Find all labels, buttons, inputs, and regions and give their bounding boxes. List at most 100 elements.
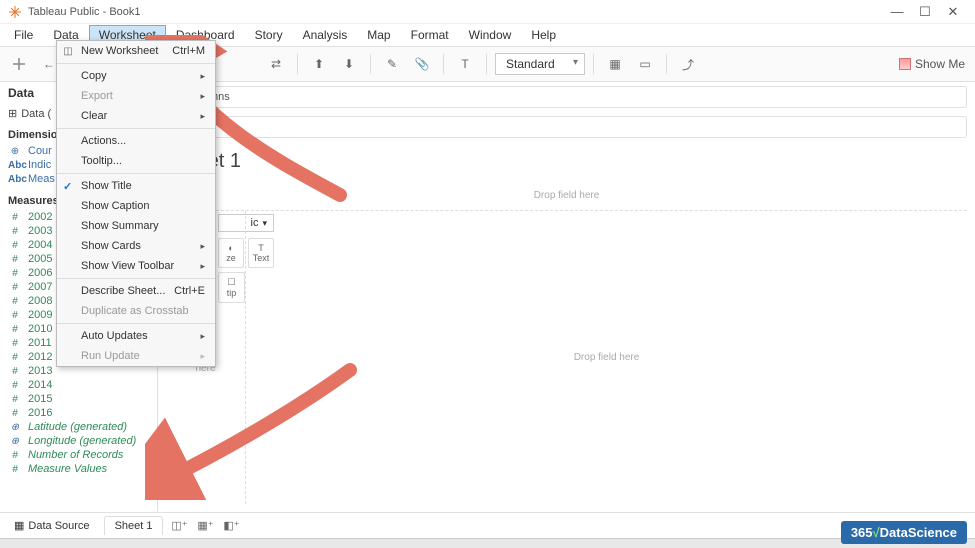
measure-label: 2015	[28, 393, 52, 405]
measure-label: 2008	[28, 295, 52, 307]
maximize-button[interactable]: ☐	[911, 4, 939, 20]
menu-copy[interactable]: Copy▸	[57, 66, 215, 86]
sort-desc-icon[interactable]: ⬇	[336, 51, 362, 77]
marks-tooltip[interactable]: ☐tip	[218, 272, 245, 303]
hash-icon: #	[8, 352, 22, 363]
marks-type-dropdown[interactable]: ic ▾	[218, 214, 274, 232]
measure-label: 2006	[28, 267, 52, 279]
text-icon[interactable]: T	[452, 51, 478, 77]
hash-icon: #	[8, 338, 22, 349]
hash-icon: #	[8, 282, 22, 293]
rows-shelf[interactable]: ≡ Rows	[166, 116, 967, 138]
window-title: Tableau Public - Book1	[28, 6, 883, 18]
measure-label: 2009	[28, 309, 52, 321]
share-icon[interactable]: ⤴	[675, 51, 701, 77]
hash-icon: #	[8, 296, 22, 307]
abc-icon: Abc	[8, 174, 22, 185]
attach-icon[interactable]: 📎	[409, 51, 435, 77]
menu-window[interactable]: Window	[459, 25, 522, 45]
title-bar: Tableau Public - Book1 — ☐ ✕	[0, 0, 975, 24]
menu-tooltip[interactable]: Tooltip...	[57, 151, 215, 171]
menu-analysis[interactable]: Analysis	[293, 25, 358, 45]
menu-auto-updates[interactable]: Auto Updates▸	[57, 326, 215, 346]
columns-shelf[interactable]: iii Columns	[166, 86, 967, 108]
highlight-icon[interactable]: ✎	[379, 51, 405, 77]
sheet1-tab[interactable]: Sheet 1	[104, 516, 164, 535]
generated-label: Longitude (generated)	[28, 435, 136, 447]
drop-columns-area[interactable]: Drop field here	[166, 181, 967, 211]
new-story-tab-button[interactable]: ◧⁺	[221, 516, 241, 536]
tableau-icon[interactable]	[6, 51, 32, 77]
generated-field[interactable]: ⊕ Longitude (generated)	[0, 434, 157, 448]
globe-icon: ⊕	[8, 422, 22, 433]
cards-icon[interactable]: ▦	[602, 51, 628, 77]
hash-icon: #	[8, 254, 22, 265]
menu-new-worksheet[interactable]: ◫ New WorksheetCtrl+M	[57, 41, 215, 61]
menu-help[interactable]: Help	[521, 25, 566, 45]
dimension-label: Indic	[28, 159, 51, 171]
measure-label: 2012	[28, 351, 52, 363]
measure-label: 2005	[28, 253, 52, 265]
measure-label: 2014	[28, 379, 52, 391]
measure-field[interactable]: #2016	[0, 406, 157, 420]
hash-icon: #	[8, 268, 22, 279]
hash-icon: #	[8, 324, 22, 335]
generated-field[interactable]: ⊕Latitude (generated)	[0, 420, 157, 434]
menu-export[interactable]: Export▸	[57, 86, 215, 106]
sort-asc-icon[interactable]: ⬆	[306, 51, 332, 77]
hash-icon: #	[8, 450, 22, 461]
dimension-label: Meas	[28, 173, 55, 185]
hash-icon: #	[8, 226, 22, 237]
dimension-label: Cour	[28, 145, 52, 157]
measure-label: 2016	[28, 407, 52, 419]
menu-run-update[interactable]: Run Update▸	[57, 346, 215, 366]
show-me-button[interactable]: Show Me	[899, 57, 965, 71]
measure-field[interactable]: #2015	[0, 392, 157, 406]
generated-label: Measure Values	[28, 463, 107, 475]
menu-show-summary[interactable]: Show Summary	[57, 216, 215, 236]
menu-file[interactable]: File	[4, 25, 43, 45]
minimize-button[interactable]: —	[883, 4, 911, 19]
show-me-icon	[899, 58, 911, 70]
close-button[interactable]: ✕	[939, 4, 967, 20]
globe-icon: ⊕	[8, 436, 22, 447]
new-dashboard-tab-button[interactable]: ▦⁺	[195, 516, 215, 536]
measure-field[interactable]: #2014	[0, 378, 157, 392]
new-worksheet-icon: ◫	[61, 44, 75, 58]
menu-clear[interactable]: Clear▸	[57, 106, 215, 126]
watermark-brand: 365√DataScience	[841, 521, 967, 544]
measure-label: 2011	[28, 337, 52, 349]
data-source-tab-icon: ▦	[14, 519, 24, 532]
new-worksheet-tab-button[interactable]: ◫⁺	[169, 516, 189, 536]
presentation-icon[interactable]: ▭	[632, 51, 658, 77]
menu-duplicate-crosstab[interactable]: Duplicate as Crosstab	[57, 301, 215, 321]
data-source-tab[interactable]: ▦Data Source	[6, 516, 98, 535]
hash-icon: #	[8, 310, 22, 321]
menu-show-view-toolbar[interactable]: Show View Toolbar▸	[57, 256, 215, 276]
menu-show-caption[interactable]: Show Caption	[57, 196, 215, 216]
menu-describe-sheet[interactable]: Describe Sheet...Ctrl+E	[57, 281, 215, 301]
drop-main-area[interactable]: Drop field here	[246, 211, 967, 504]
menu-show-title[interactable]: ✓Show Title	[57, 176, 215, 196]
marks-card: ic ▾ ◐ze TText ☐tip	[218, 214, 274, 303]
marks-size[interactable]: ◐ze	[218, 238, 244, 268]
menu-story[interactable]: Story	[245, 25, 293, 45]
hash-icon: #	[8, 408, 22, 419]
generated-field[interactable]: # Measure Values	[0, 462, 157, 476]
sheet-tabs: ▦Data Source Sheet 1 ◫⁺ ▦⁺ ◧⁺	[0, 512, 975, 538]
sheet-title[interactable]: Sheet 1	[158, 142, 975, 177]
swap-icon[interactable]: ⇄	[263, 51, 289, 77]
menu-format[interactable]: Format	[401, 25, 459, 45]
measure-label: 2002	[28, 211, 52, 223]
measure-label: 2010	[28, 323, 52, 335]
menu-map[interactable]: Map	[357, 25, 400, 45]
marks-text[interactable]: TText	[248, 238, 274, 268]
hash-icon: #	[8, 366, 22, 377]
menu-actions[interactable]: Actions...	[57, 131, 215, 151]
fit-dropdown[interactable]: Standard	[495, 53, 585, 75]
menu-show-cards[interactable]: Show Cards▸	[57, 236, 215, 256]
generated-label: Number of Records	[28, 449, 123, 461]
generated-field[interactable]: # Number of Records	[0, 448, 157, 462]
measure-label: 2003	[28, 225, 52, 237]
hash-icon: #	[8, 464, 22, 475]
